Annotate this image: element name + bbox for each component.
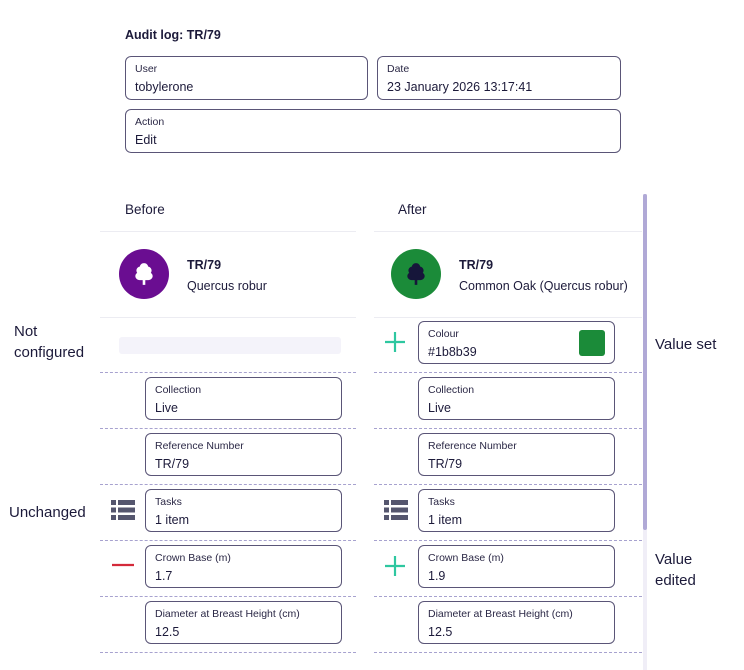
user-value: tobylerone xyxy=(135,80,194,94)
not-configured-placeholder xyxy=(119,337,341,354)
after-record-id: TR/79 xyxy=(459,258,494,272)
after-dbh-field[interactable]: Diameter at Breast Height (cm) 12.5 xyxy=(418,601,615,644)
after-colour-field[interactable]: Colour #1b8b39 xyxy=(418,321,615,364)
divider xyxy=(374,231,642,232)
after-tasks-field[interactable]: Tasks 1 item xyxy=(418,489,615,532)
row-divider xyxy=(100,596,356,597)
reference-label: Reference Number xyxy=(155,440,244,452)
before-record-avatar xyxy=(119,249,169,299)
divider xyxy=(374,317,642,318)
date-field[interactable]: Date 23 January 2026 13:17:41 xyxy=(377,56,621,100)
audit-log-title: Audit log: TR/79 xyxy=(125,28,221,42)
before-crown-base-field[interactable]: Crown Base (m) 1.7 xyxy=(145,545,342,588)
row-divider xyxy=(374,484,642,485)
date-value: 23 January 2026 13:17:41 xyxy=(387,80,533,94)
tree-icon xyxy=(407,263,425,285)
tasks-label: Tasks xyxy=(428,496,455,508)
before-reference-field[interactable]: Reference Number TR/79 xyxy=(145,433,342,476)
before-column-heading: Before xyxy=(125,202,165,217)
value-edited-label-line2: edited xyxy=(655,572,696,589)
action-field[interactable]: Action Edit xyxy=(125,109,621,153)
row-divider xyxy=(374,540,642,541)
crown-base-value: 1.9 xyxy=(428,569,446,583)
not-configured-label-line2: configured xyxy=(14,344,85,361)
value-edited-label-line1: Value xyxy=(655,551,693,568)
user-field[interactable]: User tobylerone xyxy=(125,56,368,100)
divider xyxy=(100,317,356,318)
collection-label: Collection xyxy=(155,384,202,396)
row-divider xyxy=(374,428,642,429)
after-record-avatar xyxy=(391,249,441,299)
collection-value: Live xyxy=(428,401,451,415)
after-record-name: Common Oak (Quercus robur) xyxy=(459,279,628,293)
tasks-label: Tasks xyxy=(155,496,182,508)
row-divider xyxy=(374,372,642,373)
action-label: Action xyxy=(135,116,165,128)
before-record-id: TR/79 xyxy=(187,258,222,272)
dbh-label: Diameter at Breast Height (cm) xyxy=(155,608,300,620)
date-label: Date xyxy=(387,63,410,75)
dbh-label: Diameter at Breast Height (cm) xyxy=(428,608,573,620)
tree-icon xyxy=(135,263,153,285)
reference-label: Reference Number xyxy=(428,440,517,452)
row-divider xyxy=(100,372,356,373)
row-divider xyxy=(100,484,356,485)
plus-icon xyxy=(385,556,405,576)
crown-base-value: 1.7 xyxy=(155,569,173,583)
after-crown-base-field[interactable]: Crown Base (m) 1.9 xyxy=(418,545,615,588)
crown-base-label: Crown Base (m) xyxy=(428,552,504,564)
divider xyxy=(100,231,356,232)
value-set-label: Value set xyxy=(655,336,717,353)
plus-icon xyxy=(385,332,405,352)
row-divider xyxy=(100,428,356,429)
unchanged-label: Unchanged xyxy=(9,504,86,521)
reference-value: TR/79 xyxy=(155,457,190,471)
user-label: User xyxy=(135,63,158,75)
reference-value: TR/79 xyxy=(428,457,463,471)
scrollbar-thumb[interactable] xyxy=(643,194,647,530)
before-dbh-field[interactable]: Diameter at Breast Height (cm) 12.5 xyxy=(145,601,342,644)
row-divider xyxy=(100,652,356,653)
after-reference-field[interactable]: Reference Number TR/79 xyxy=(418,433,615,476)
colour-swatch xyxy=(579,330,605,356)
crown-base-label: Crown Base (m) xyxy=(155,552,231,564)
after-column-heading: After xyxy=(398,202,427,217)
tasks-value: 1 item xyxy=(428,513,463,527)
dbh-value: 12.5 xyxy=(428,625,453,639)
dbh-value: 12.5 xyxy=(155,625,180,639)
list-icon xyxy=(384,500,408,520)
row-divider xyxy=(374,652,642,653)
list-icon xyxy=(111,500,135,520)
before-record-name: Quercus robur xyxy=(187,279,267,293)
minus-icon xyxy=(112,563,134,567)
collection-value: Live xyxy=(155,401,178,415)
before-tasks-field[interactable]: Tasks 1 item xyxy=(145,489,342,532)
row-divider xyxy=(374,596,642,597)
tasks-value: 1 item xyxy=(155,513,190,527)
collection-label: Collection xyxy=(428,384,475,396)
before-collection-field[interactable]: Collection Live xyxy=(145,377,342,420)
not-configured-label-line1: Not xyxy=(14,323,38,340)
row-divider xyxy=(100,540,356,541)
action-value: Edit xyxy=(135,133,157,147)
after-collection-field[interactable]: Collection Live xyxy=(418,377,615,420)
